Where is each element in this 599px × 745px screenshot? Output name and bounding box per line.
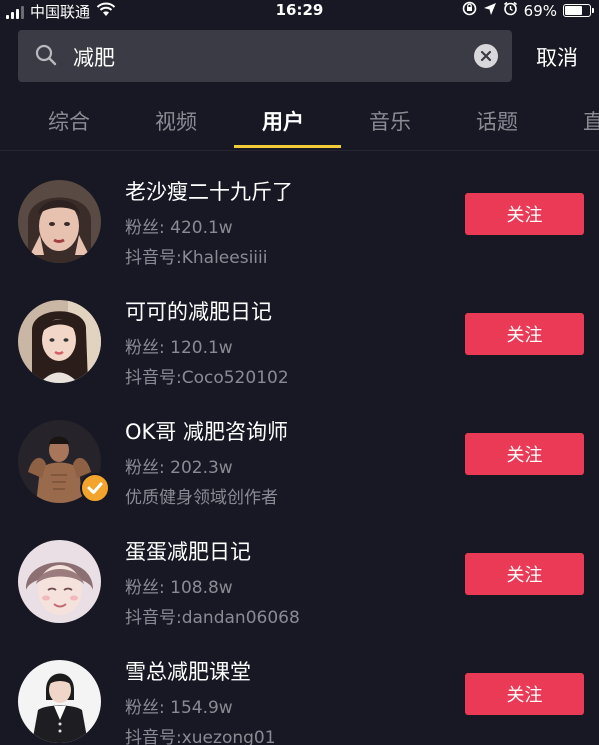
follow-button[interactable]: 关注 — [465, 673, 584, 715]
fans-count: 粉丝: 120.1w — [125, 338, 233, 358]
search-icon — [34, 43, 58, 71]
avatar[interactable] — [18, 180, 101, 263]
tab-general[interactable]: 综合 — [48, 106, 90, 136]
user-certification: 优质健身领域创作者 — [125, 488, 278, 508]
verified-badge-icon — [80, 473, 110, 503]
location-icon — [483, 2, 497, 20]
tab-videos[interactable]: 视频 — [155, 106, 197, 136]
follow-button[interactable]: 关注 — [465, 553, 584, 595]
user-name: 老沙瘦二十九斤了 — [125, 180, 293, 204]
user-id: 抖音号:xuezong01 — [125, 728, 276, 745]
follow-button[interactable]: 关注 — [465, 433, 584, 475]
avatar[interactable] — [18, 660, 101, 743]
battery-percent: 69% — [523, 1, 557, 20]
category-tabs: 综合 视频 用户 音乐 话题 直 — [0, 96, 599, 150]
list-item[interactable]: 雪总减肥课堂 粉丝: 154.9w 抖音号:xuezong01 关注 — [0, 640, 599, 745]
fans-count: 粉丝: 202.3w — [125, 458, 233, 478]
user-name: 蛋蛋减肥日记 — [125, 540, 251, 564]
tab-users[interactable]: 用户 — [262, 106, 304, 136]
fans-count: 粉丝: 420.1w — [125, 218, 233, 238]
battery-icon — [563, 4, 594, 17]
avatar[interactable] — [18, 300, 101, 383]
orientation-lock-icon — [462, 1, 477, 20]
cancel-button[interactable]: 取消 — [536, 42, 578, 72]
list-item[interactable]: 老沙瘦二十九斤了 粉丝: 420.1w 抖音号:Khaleesiiii 关注 — [0, 160, 599, 280]
user-name: 雪总减肥课堂 — [125, 660, 251, 684]
user-name: 可可的减肥日记 — [125, 300, 272, 324]
alarm-icon — [503, 1, 518, 20]
user-id: 抖音号:dandan06068 — [125, 608, 300, 628]
fans-count: 粉丝: 108.8w — [125, 578, 233, 598]
status-bar: 中国联通 16:29 69% — [0, 0, 599, 22]
status-bar-right: 69% — [462, 1, 594, 20]
list-item[interactable]: OK哥 减肥咨询师 粉丝: 202.3w 优质健身领域创作者 关注 — [0, 400, 599, 520]
search-query[interactable]: 减肥 — [73, 42, 115, 72]
follow-button[interactable]: 关注 — [465, 313, 584, 355]
active-tab-indicator — [234, 145, 341, 148]
user-id: 抖音号:Coco520102 — [125, 368, 289, 388]
list-item[interactable]: 可可的减肥日记 粉丝: 120.1w 抖音号:Coco520102 关注 — [0, 280, 599, 400]
fans-count: 粉丝: 154.9w — [125, 698, 233, 718]
list-item[interactable]: 蛋蛋减肥日记 粉丝: 108.8w 抖音号:dandan06068 关注 — [0, 520, 599, 640]
follow-button[interactable]: 关注 — [465, 193, 584, 235]
user-name: OK哥 减肥咨询师 — [125, 420, 288, 444]
tab-topics[interactable]: 话题 — [476, 106, 518, 136]
tab-music[interactable]: 音乐 — [369, 106, 411, 136]
avatar[interactable] — [18, 540, 101, 623]
divider — [0, 150, 599, 151]
clear-icon[interactable] — [474, 44, 498, 68]
tab-live[interactable]: 直 — [583, 106, 599, 136]
user-id: 抖音号:Khaleesiiii — [125, 248, 268, 268]
search-input[interactable]: 减肥 — [18, 30, 512, 82]
